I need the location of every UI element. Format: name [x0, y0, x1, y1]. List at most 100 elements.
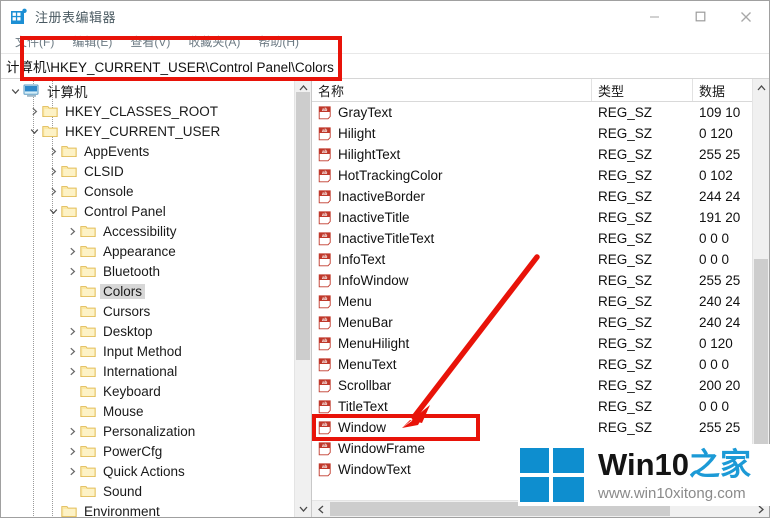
chevron-down-icon[interactable] [7, 81, 23, 101]
table-row[interactable]: ab MenuHilight REG_SZ 0 120 [312, 333, 769, 354]
table-row[interactable]: ab Menu REG_SZ 240 24 [312, 291, 769, 312]
chevron-right-icon[interactable] [64, 441, 80, 461]
caption-buttons [631, 1, 769, 32]
tree-item-quick-actions[interactable]: Quick Actions [1, 461, 294, 481]
value-name-text: WindowFrame [338, 441, 426, 456]
tree-item-environment[interactable]: Environment [1, 501, 294, 517]
chevron-right-icon[interactable] [64, 261, 80, 281]
tree-item-appevents[interactable]: AppEvents [1, 141, 294, 161]
tree-item-hkey-current-user[interactable]: HKEY_CURRENT_USER [1, 121, 294, 141]
string-value-icon: ab [318, 399, 332, 414]
value-name-cell: ab InactiveBorder [312, 189, 592, 204]
tree-item-label: Appearance [103, 243, 176, 259]
tree-item-clsid[interactable]: CLSID [1, 161, 294, 181]
tree-item-control-panel[interactable]: Control Panel [1, 201, 294, 221]
value-name-cell: ab Scrollbar [312, 378, 592, 393]
table-row[interactable]: ab HotTrackingColor REG_SZ 0 102 [312, 165, 769, 186]
table-row[interactable]: ab InactiveTitle REG_SZ 191 20 [312, 207, 769, 228]
value-type-cell: REG_SZ [598, 105, 653, 120]
tree-item-international[interactable]: International [1, 361, 294, 381]
string-value-icon: ab [318, 273, 332, 288]
tree-item-keyboard[interactable]: Keyboard [1, 381, 294, 401]
chevron-right-icon[interactable] [45, 161, 61, 181]
table-row[interactable]: ab InfoWindow REG_SZ 255 25 [312, 270, 769, 291]
tree-item-label: Console [84, 183, 134, 199]
tree-item-accessibility[interactable]: Accessibility [1, 221, 294, 241]
tree-item-console[interactable]: Console [1, 181, 294, 201]
tree-item-bluetooth[interactable]: Bluetooth [1, 261, 294, 281]
chevron-right-icon[interactable] [64, 341, 80, 361]
values-scroll-up-icon[interactable] [753, 79, 769, 96]
tree-item-powercfg[interactable]: PowerCfg [1, 441, 294, 461]
value-type-cell: REG_SZ [598, 147, 653, 162]
tree-item-hkey-classes-root[interactable]: HKEY_CLASSES_ROOT [1, 101, 294, 121]
tree-item-sound[interactable]: Sound [1, 481, 294, 501]
close-icon[interactable] [723, 1, 769, 32]
table-row[interactable]: ab Scrollbar REG_SZ 200 20 [312, 375, 769, 396]
table-row[interactable]: ab InfoText REG_SZ 0 0 0 [312, 249, 769, 270]
chevron-right-icon[interactable] [64, 241, 80, 261]
watermark-brand-zhijia: 之家 [689, 447, 752, 482]
value-name-cell: ab Hilight [312, 126, 592, 141]
folder-icon [42, 104, 58, 118]
tree-vertical-scrollbar[interactable] [294, 79, 311, 517]
scroll-left-icon[interactable] [312, 501, 329, 517]
chevron-right-icon[interactable] [45, 141, 61, 161]
svg-text:ab: ab [322, 128, 328, 133]
tree-item-mouse[interactable]: Mouse [1, 401, 294, 421]
tree-item-colors[interactable]: Colors [1, 281, 294, 301]
column-header-name[interactable]: 名称 [312, 79, 592, 101]
table-row[interactable]: ab InactiveBorder REG_SZ 244 24 [312, 186, 769, 207]
tree-scrollbar-thumb[interactable] [296, 92, 310, 360]
tree-item-personalization[interactable]: Personalization [1, 421, 294, 441]
maximize-icon[interactable] [677, 1, 723, 32]
value-name-cell: ab HotTrackingColor [312, 168, 592, 183]
value-type-cell: REG_SZ [598, 210, 653, 225]
tree-item-desktop[interactable]: Desktop [1, 321, 294, 341]
value-name-cell: ab MenuHilight [312, 336, 592, 351]
chevron-right-icon[interactable] [64, 421, 80, 441]
values-vertical-scrollbar[interactable] [752, 79, 769, 500]
red-rectangle-address-bar [20, 36, 342, 81]
chevron-right-icon[interactable] [64, 461, 80, 481]
table-row[interactable]: ab MenuBar REG_SZ 240 24 [312, 312, 769, 333]
tree-item-label: Input Method [103, 343, 182, 359]
chevron-right-icon[interactable] [26, 101, 42, 121]
registry-tree: 计算机 HKEY_CLASSES_ROOT HKEY_CURRENT_USER App… [1, 79, 294, 517]
chevron-right-icon[interactable] [64, 361, 80, 381]
table-row[interactable]: ab InactiveTitleText REG_SZ 0 0 0 [312, 228, 769, 249]
values-column-header: 名称 类型 数据 [312, 79, 769, 102]
chevron-right-icon[interactable] [64, 321, 80, 341]
folder-icon [80, 424, 96, 438]
tree-item-label: PowerCfg [103, 443, 163, 459]
minimize-icon[interactable] [631, 1, 677, 32]
value-type-cell: REG_SZ [598, 273, 653, 288]
scroll-down-icon[interactable] [295, 500, 311, 517]
column-header-type[interactable]: 类型 [592, 79, 693, 101]
table-row[interactable]: ab HilightText REG_SZ 255 25 [312, 144, 769, 165]
svg-text:ab: ab [322, 275, 328, 280]
tree-item--[interactable]: 计算机 [1, 81, 294, 101]
tree-item-input-method[interactable]: Input Method [1, 341, 294, 361]
chevron-down-icon[interactable] [26, 121, 42, 141]
svg-text:ab: ab [322, 338, 328, 343]
value-name-text: HotTrackingColor [338, 168, 443, 183]
value-name-text: HilightText [338, 147, 401, 162]
folder-icon [42, 124, 58, 138]
value-name-text: InactiveTitleText [338, 231, 435, 246]
chevron-right-icon[interactable] [45, 181, 61, 201]
value-name-cell: ab InfoWindow [312, 273, 592, 288]
tree-item-appearance[interactable]: Appearance [1, 241, 294, 261]
chevron-right-icon[interactable] [64, 221, 80, 241]
table-row[interactable]: ab MenuText REG_SZ 0 0 0 [312, 354, 769, 375]
tree-item-label: HKEY_CURRENT_USER [65, 123, 221, 139]
chevron-down-icon[interactable] [45, 201, 61, 221]
tree-item-cursors[interactable]: Cursors [1, 301, 294, 321]
value-name-text: MenuHilight [338, 336, 410, 351]
values-scrollbar-thumb[interactable] [754, 259, 768, 444]
folder-icon [80, 264, 96, 278]
table-row[interactable]: ab Hilight REG_SZ 0 120 [312, 123, 769, 144]
value-name-text: WindowText [338, 462, 411, 477]
table-row[interactable]: ab GrayText REG_SZ 109 10 [312, 102, 769, 123]
